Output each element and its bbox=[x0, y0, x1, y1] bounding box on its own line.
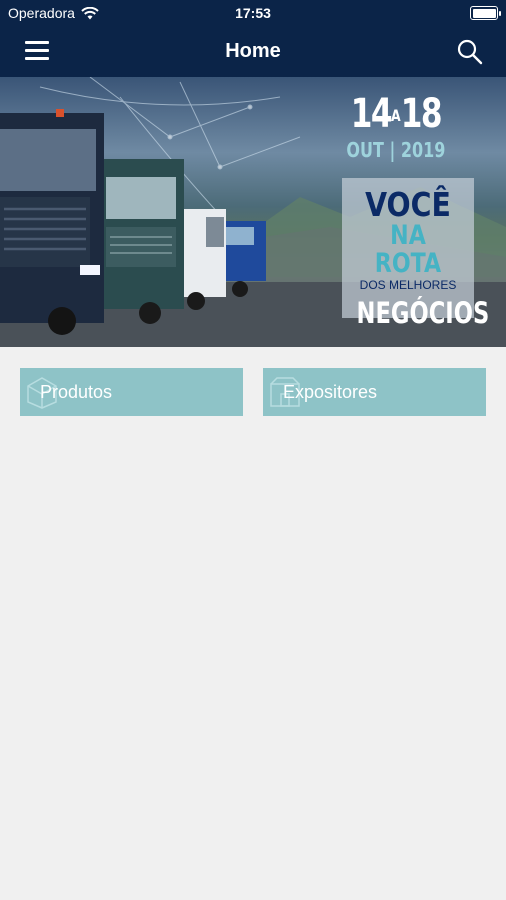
date-month: OUT | 2019 bbox=[346, 138, 446, 162]
slogan-line-3: DOS MELHORES bbox=[359, 278, 457, 292]
event-dates: 14A18 OUT | 2019 bbox=[334, 93, 458, 161]
slogan-line-4: NEGÓCIOS bbox=[356, 296, 490, 330]
expositores-label: Expositores bbox=[283, 381, 378, 402]
slogan-box: VOCÊ NA ROTA DOS MELHORES NEGÓCIOS bbox=[342, 178, 489, 330]
produtos-button[interactable]: Produtos bbox=[20, 368, 243, 416]
status-bar: Operadora 17:53 bbox=[0, 0, 506, 27]
date-connector: A bbox=[391, 106, 401, 125]
date-start: 14 bbox=[350, 91, 393, 137]
produtos-label: Produtos bbox=[40, 381, 113, 402]
clock: 17:53 bbox=[235, 5, 271, 21]
slogan-line-2: NA ROTA bbox=[374, 220, 442, 279]
expositores-button[interactable]: Expositores bbox=[263, 368, 486, 416]
event-banner[interactable]: 14A18 OUT | 2019 VOCÊ NA ROTA DOS MELHOR… bbox=[0, 77, 506, 347]
nav-bar: Home bbox=[0, 27, 506, 77]
date-end: 18 bbox=[400, 91, 443, 137]
battery-icon bbox=[470, 6, 501, 20]
page-title: Home bbox=[225, 40, 281, 62]
search-icon[interactable] bbox=[456, 38, 484, 66]
slogan-line-1: VOCÊ bbox=[365, 185, 451, 224]
